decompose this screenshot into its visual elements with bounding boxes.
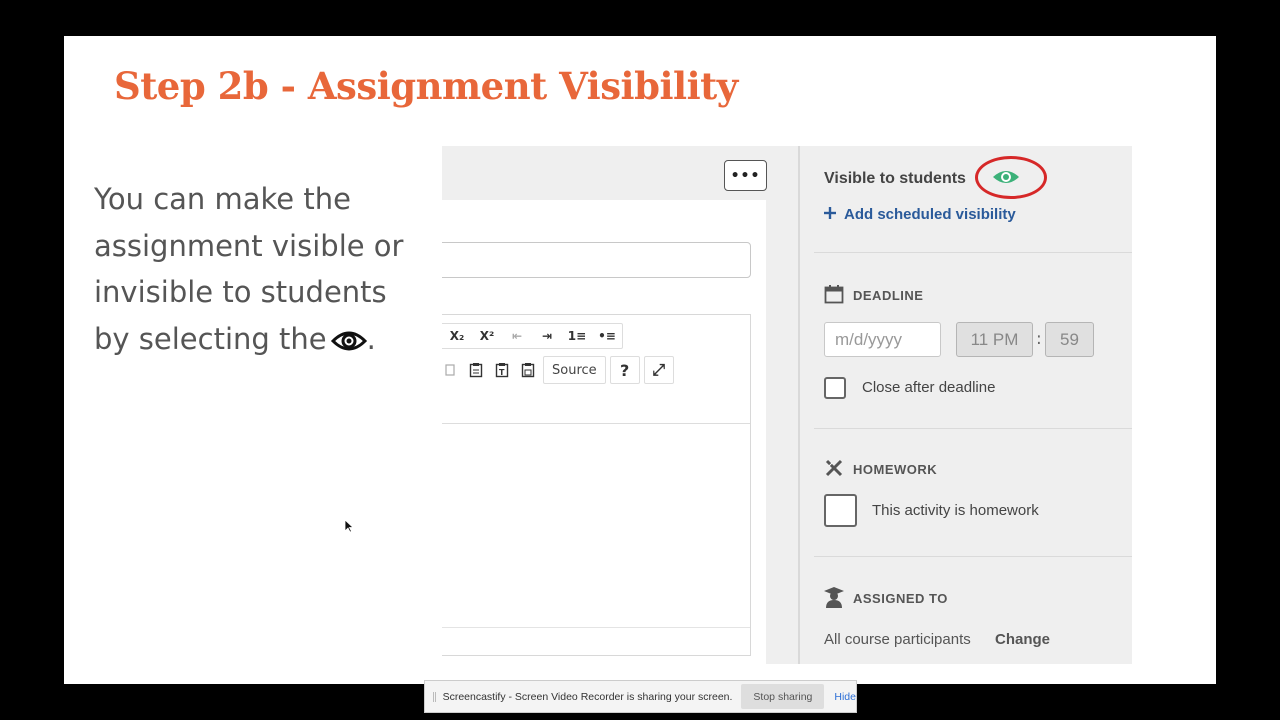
homework-heading-text: HOMEWORK <box>853 462 938 477</box>
source-button[interactable]: Source <box>543 356 606 384</box>
highlight-circle <box>975 156 1047 199</box>
plus-icon <box>824 206 836 223</box>
stop-sharing-button[interactable]: Stop sharing <box>741 684 825 709</box>
embedded-screenshot: ••• X₂ X² ⇤ ⇥ 1≡ •≡ T Source ? ⤢ Visible… <box>442 146 1132 664</box>
copy-icon[interactable] <box>442 357 461 383</box>
close-after-deadline-label: Close after deadline <box>862 379 996 396</box>
screen-share-bar: Screencastify - Screen Video Recorder is… <box>424 680 857 713</box>
section-divider <box>814 556 1132 557</box>
body-period: . <box>366 321 376 356</box>
homework-heading: HOMEWORK <box>824 458 937 481</box>
subscript-button[interactable]: X₂ <box>446 323 468 349</box>
deadline-heading-text: DEADLINE <box>853 288 924 303</box>
settings-sidebar: Visible to students Add scheduled visibi… <box>799 146 1132 664</box>
indent-button[interactable]: ⇥ <box>536 323 558 349</box>
eye-icon <box>330 320 367 367</box>
deadline-heading: DEADLINE <box>824 284 923 307</box>
assigned-to-heading: ASSIGNED TO <box>824 586 948 611</box>
maximize-icon[interactable]: ⤢ <box>643 356 674 384</box>
graduate-icon <box>824 586 844 611</box>
title-input[interactable] <box>442 242 751 278</box>
svg-text:T: T <box>499 368 505 377</box>
body-line-3: invisible to students <box>94 275 387 309</box>
close-after-deadline-checkbox[interactable] <box>824 377 846 399</box>
editor-toolbar-row-1: X₂ X² ⇤ ⇥ 1≡ •≡ <box>442 323 623 349</box>
slide-title: Step 2b - Assignment Visibility <box>114 64 738 108</box>
pencil-ruler-icon <box>824 458 844 481</box>
body-line-4: by selecting the <box>94 321 327 356</box>
paste-word-icon[interactable] <box>517 357 539 383</box>
deadline-hour-select[interactable]: 11 PM <box>956 322 1033 357</box>
editor-panel: X₂ X² ⇤ ⇥ 1≡ •≡ T Source ? ⤢ <box>442 200 766 664</box>
slide-body-text: You can make the assignment visible or i… <box>94 176 424 366</box>
help-button[interactable]: ? <box>609 356 640 384</box>
visibility-label: Visible to students <box>824 170 966 187</box>
homework-checkbox-label: This activity is homework <box>872 502 1039 519</box>
mouse-cursor-icon <box>344 518 355 537</box>
share-message: Screencastify - Screen Video Recorder is… <box>442 690 733 703</box>
calendar-icon <box>824 284 844 307</box>
superscript-button[interactable]: X² <box>476 323 498 349</box>
hide-link[interactable]: Hide <box>834 691 856 703</box>
section-divider <box>814 428 1132 429</box>
assigned-to-value: All course participants <box>824 631 971 648</box>
numbered-list-button[interactable]: 1≡ <box>566 323 588 349</box>
time-colon: : <box>1036 329 1042 349</box>
deadline-minute-select[interactable]: 59 <box>1045 322 1094 357</box>
paste-text-icon[interactable]: T <box>491 357 513 383</box>
outdent-button[interactable]: ⇤ <box>506 323 528 349</box>
body-line-2: assignment visible or <box>94 228 404 263</box>
change-assignees-link[interactable]: Change <box>995 631 1050 648</box>
presentation-slide: Step 2b - Assignment Visibility You can … <box>64 36 1216 684</box>
more-options-button[interactable]: ••• <box>724 160 767 191</box>
add-scheduled-visibility-link[interactable]: Add scheduled visibility <box>824 206 1016 223</box>
assigned-to-heading-text: ASSIGNED TO <box>853 591 948 606</box>
drag-handle-icon[interactable] <box>433 691 436 702</box>
deadline-date-input[interactable]: m/d/yyyy <box>824 322 941 357</box>
body-line-1: You can make the <box>94 182 351 216</box>
paste-icon[interactable] <box>465 357 487 383</box>
editor-toolbar-row-2: T Source ? ⤢ <box>442 355 689 385</box>
add-scheduled-label: Add scheduled visibility <box>844 206 1016 223</box>
toolbar-divider <box>442 423 750 424</box>
homework-checkbox[interactable] <box>824 494 857 527</box>
bullet-list-button[interactable]: •≡ <box>596 323 618 349</box>
section-divider <box>814 252 1132 253</box>
rich-text-editor[interactable]: X₂ X² ⇤ ⇥ 1≡ •≡ T Source ? ⤢ <box>442 314 751 656</box>
editor-footer-divider <box>442 627 750 628</box>
